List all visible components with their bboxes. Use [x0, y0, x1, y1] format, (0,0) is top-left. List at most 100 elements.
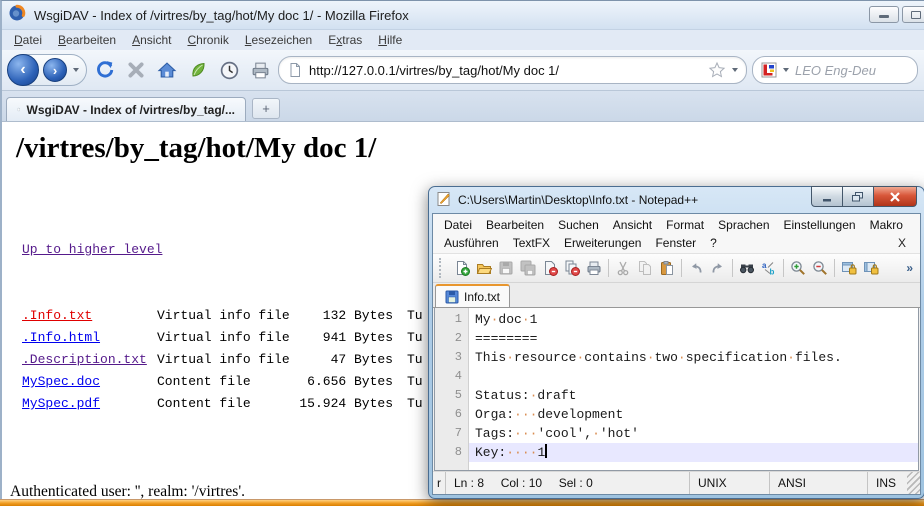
menu-bearbeiten[interactable]: Bearbeiten [50, 31, 124, 49]
toolbar-separator [783, 259, 784, 277]
text-cursor [545, 444, 547, 458]
zoom-out-icon[interactable] [809, 257, 831, 279]
menu-chronik[interactable]: Chronik [179, 31, 236, 49]
notepad-toolbar: ab » [433, 254, 920, 283]
bookmark-star-icon[interactable] [708, 61, 726, 79]
screen: WsgiDAV - Index of /virtres/by_tag/hot/M… [0, 0, 924, 506]
new-file-icon[interactable] [451, 257, 473, 279]
menu-format[interactable]: Format [659, 217, 711, 233]
editor-line: Key:····1 [469, 443, 918, 462]
menu-ausf-hren[interactable]: Ausführen [437, 235, 506, 251]
menu-extras[interactable]: Extras [320, 31, 370, 49]
firefox-titlebar[interactable]: WsgiDAV - Index of /virtres/by_tag/hot/M… [2, 1, 924, 30]
menu-fenster[interactable]: Fenster [648, 235, 703, 251]
file-size: 15.924 Bytes [293, 393, 393, 415]
home-button[interactable] [154, 57, 180, 83]
document-tab-label: Info.txt [464, 290, 500, 304]
reload-button[interactable] [92, 57, 118, 83]
menu-bearbeiten[interactable]: Bearbeiten [479, 217, 551, 233]
menu-makro[interactable]: Makro [863, 217, 910, 233]
notepad-minimize-button[interactable] [811, 186, 843, 207]
status-position: Ln : 8 Col : 10 Sel : 0 [446, 476, 689, 490]
back-forward-cluster: ‹ › [8, 54, 87, 86]
notepad-window-controls [812, 186, 917, 207]
file-link[interactable]: MySpec.pdf [22, 396, 100, 411]
file-link[interactable]: MySpec.doc [22, 374, 100, 389]
sync-vertical-icon[interactable] [838, 257, 860, 279]
svg-text:b: b [770, 268, 775, 277]
file-size: 47 Bytes [293, 349, 393, 371]
redo-icon[interactable] [707, 257, 729, 279]
url-bar[interactable]: http://127.0.0.1/virtres/by_tag/hot/My d… [278, 56, 747, 84]
close-all-docs-icon[interactable] [561, 257, 583, 279]
status-encoding: ANSI [769, 472, 867, 494]
resize-grip[interactable] [907, 472, 920, 494]
notepad-close-button[interactable] [873, 186, 917, 207]
leo-search-engine-icon[interactable] [761, 62, 777, 78]
text-editor[interactable]: My·doc·1========This·resource·contains·t… [469, 308, 918, 470]
status-insert-mode: INS [867, 472, 907, 494]
menu-ansicht[interactable]: Ansicht [606, 217, 659, 233]
url-text[interactable]: http://127.0.0.1/virtres/by_tag/hot/My d… [309, 63, 708, 78]
print-button[interactable] [247, 57, 273, 83]
menu-erweiterungen[interactable]: Erweiterungen [557, 235, 648, 251]
file-link[interactable]: .Info.html [22, 330, 100, 345]
minimize-button[interactable] [869, 6, 899, 23]
search-engine-dropdown-icon[interactable] [783, 68, 789, 72]
file-date: Tu [393, 330, 423, 345]
editor-line: Status:·draft [469, 386, 918, 405]
print-icon[interactable] [583, 257, 605, 279]
firefox-nav-toolbar: ‹ › http://127 [2, 50, 924, 91]
open-folder-icon[interactable] [473, 257, 495, 279]
notepad-titlebar[interactable]: C:\Users\Martin\Desktop\Info.txt - Notep… [432, 187, 921, 213]
toolbar-grip[interactable] [439, 258, 446, 278]
printer-icon [250, 60, 271, 81]
toolbar-overflow-button[interactable]: » [899, 261, 920, 275]
file-link[interactable]: .Info.txt [22, 308, 92, 323]
undo-icon[interactable] [685, 257, 707, 279]
paste-icon[interactable] [656, 257, 678, 279]
close-doc-icon[interactable] [539, 257, 561, 279]
menu-hilfe[interactable]: Hilfe [370, 31, 410, 49]
leaf-icon [189, 61, 207, 79]
editor-area[interactable]: 12345678 My·doc·1========This·resource·c… [434, 308, 919, 471]
tab-title: WsgiDAV - Index of /virtres/by_tag/... [27, 103, 235, 117]
history-dropdown-icon[interactable] [73, 68, 79, 72]
find-icon[interactable] [736, 257, 758, 279]
browser-tab[interactable]: WsgiDAV - Index of /virtres/by_tag/... [6, 97, 246, 121]
document-close-button[interactable]: X [898, 236, 916, 250]
addon-leaf-button[interactable] [185, 57, 211, 83]
new-tab-button[interactable]: + [252, 98, 280, 119]
stop-icon [127, 61, 145, 79]
url-dropdown-icon[interactable] [732, 68, 738, 72]
file-link[interactable]: .Description.txt [22, 352, 147, 367]
menu-sprachen[interactable]: Sprachen [711, 217, 776, 233]
notepad-restore-button[interactable] [842, 186, 874, 207]
line-number: 8 [435, 443, 462, 462]
menu-lesezeichen[interactable]: Lesezeichen [237, 31, 320, 49]
notepad-client: DateiBearbeitenSuchenAnsichtFormatSprach… [432, 213, 921, 495]
menu-ansicht[interactable]: Ansicht [124, 31, 179, 49]
search-engine-label[interactable]: LEO Eng-Deu [795, 63, 876, 78]
menu-textfx[interactable]: TextFX [506, 235, 557, 251]
firefox-menubar: DateiBearbeitenAnsichtChronikLesezeichen… [2, 30, 924, 50]
search-bar[interactable]: LEO Eng-Deu [752, 56, 918, 84]
up-level-link[interactable]: Up to higher level [22, 242, 162, 257]
forward-button[interactable]: › [43, 58, 67, 82]
menu-suchen[interactable]: Suchen [551, 217, 606, 233]
status-eol: UNIX [689, 472, 769, 494]
addon-clock-button[interactable] [216, 57, 242, 83]
file-size: 6.656 Bytes [293, 371, 393, 393]
replace-icon[interactable]: ab [758, 257, 780, 279]
line-number: 7 [435, 424, 462, 443]
maximize-button[interactable] [902, 6, 924, 23]
menu-einstellungen[interactable]: Einstellungen [777, 217, 863, 233]
stop-button[interactable] [123, 57, 149, 83]
menu-datei[interactable]: Datei [437, 217, 479, 233]
back-button[interactable]: ‹ [7, 54, 39, 86]
zoom-in-icon[interactable] [787, 257, 809, 279]
menu-datei[interactable]: Datei [6, 31, 50, 49]
menu--[interactable]: ? [703, 235, 724, 251]
sync-horizontal-icon[interactable] [860, 257, 882, 279]
document-tab[interactable]: Info.txt [435, 284, 510, 307]
